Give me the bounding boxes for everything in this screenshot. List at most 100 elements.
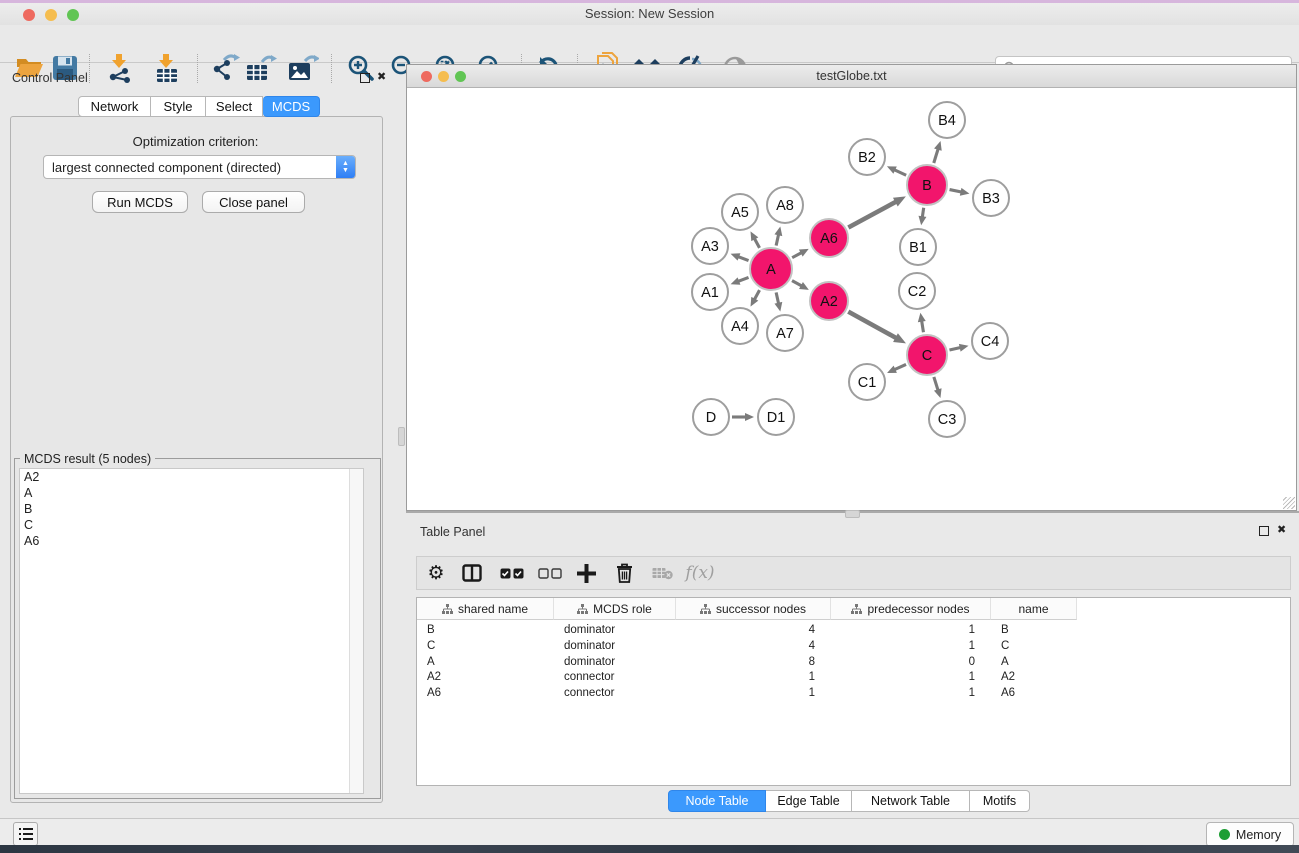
mcds-result-item[interactable]: C: [20, 517, 363, 533]
optimization-dropdown[interactable]: largest connected component (directed) ▲…: [43, 155, 356, 179]
close-panel-button[interactable]: Close panel: [202, 191, 305, 213]
float-icon: [1259, 526, 1269, 536]
edge-A-A6[interactable]: [792, 252, 802, 257]
edge-A2-C[interactable]: [848, 312, 897, 339]
export-table-button[interactable]: [244, 52, 278, 84]
network-graph-canvas[interactable]: B4B2BB3A5A8A6A3B1AA1C2A2A4A7C4CC1C3DD1: [407, 88, 1296, 509]
network-window-titlebar[interactable]: testGlobe.txt: [407, 65, 1296, 88]
memory-button[interactable]: Memory: [1206, 822, 1294, 847]
toolbar-separator: [89, 54, 90, 83]
table-cell[interactable]: 4: [676, 638, 831, 654]
trash-icon: [616, 563, 633, 583]
mcds-result-item[interactable]: A6: [20, 533, 363, 549]
table-cell[interactable]: connector: [554, 669, 676, 685]
table-cell[interactable]: connector: [554, 685, 676, 701]
table-cell[interactable]: dominator: [554, 622, 676, 638]
graph-node-label: A5: [731, 205, 749, 221]
column-header-shared-name[interactable]: shared name: [417, 598, 554, 620]
edge-C-C1[interactable]: [894, 364, 906, 369]
unselect-all-columns-button[interactable]: [537, 561, 563, 585]
tab-mcds[interactable]: MCDS: [263, 96, 320, 117]
import-network-button[interactable]: [103, 52, 137, 84]
table-cell[interactable]: 8: [676, 654, 831, 670]
column-header-successor-nodes[interactable]: successor nodes: [676, 598, 831, 620]
edge-B-B2[interactable]: [894, 169, 906, 175]
table-cell[interactable]: A2: [417, 669, 554, 685]
table-cell[interactable]: 1: [831, 622, 991, 638]
tab-network[interactable]: Network: [78, 96, 151, 117]
mcds-result-item[interactable]: A: [20, 485, 363, 501]
edge-A-A7[interactable]: [776, 292, 779, 304]
table-cell[interactable]: B: [417, 622, 554, 638]
network-close-traffic-light[interactable]: [421, 71, 432, 82]
mcds-result-list[interactable]: A2ABCA6: [19, 468, 364, 794]
table-cell[interactable]: A2: [991, 669, 1077, 685]
table-cell[interactable]: A: [991, 654, 1077, 670]
column-header-name[interactable]: name: [991, 598, 1077, 620]
tab-network-table[interactable]: Network Table: [852, 790, 970, 812]
export-network-icon: [210, 53, 240, 83]
table-cell[interactable]: A: [417, 654, 554, 670]
table-panel-float-button[interactable]: [1259, 526, 1269, 539]
table-cell[interactable]: B: [991, 622, 1077, 638]
table-panel-close-button[interactable]: ✖: [1277, 525, 1286, 536]
table-cell[interactable]: 1: [676, 669, 831, 685]
edge-B-B3[interactable]: [950, 190, 963, 193]
mcds-result-item[interactable]: B: [20, 501, 363, 517]
table-cell[interactable]: A6: [417, 685, 554, 701]
column-header-MCDS-role[interactable]: MCDS role: [554, 598, 676, 620]
control-panel-float-button[interactable]: [360, 73, 370, 86]
mcds-list-scrollbar[interactable]: [349, 469, 363, 793]
edge-B-B4[interactable]: [934, 148, 939, 163]
table-cell[interactable]: dominator: [554, 638, 676, 654]
arrowhead-icon: [959, 344, 969, 352]
edge-A-A1[interactable]: [738, 277, 749, 281]
tab-select[interactable]: Select: [206, 96, 263, 117]
graph-node-label: A1: [701, 285, 719, 301]
table-settings-button[interactable]: ⚙: [425, 561, 447, 585]
tab-style[interactable]: Style: [151, 96, 206, 117]
import-table-button[interactable]: [149, 52, 183, 84]
table-cell[interactable]: A6: [991, 685, 1077, 701]
vertical-splitter-grip[interactable]: [398, 427, 405, 446]
tab-motifs[interactable]: Motifs: [970, 790, 1030, 812]
edge-B-B1[interactable]: [922, 208, 923, 218]
edge-A-A8[interactable]: [776, 234, 779, 246]
edge-C-C3[interactable]: [934, 377, 938, 391]
delete-column-button[interactable]: [613, 561, 635, 585]
table-cell[interactable]: dominator: [554, 654, 676, 670]
table-cell[interactable]: 1: [831, 685, 991, 701]
table-cell[interactable]: 1: [831, 638, 991, 654]
table-cell[interactable]: C: [417, 638, 554, 654]
edge-A6-B[interactable]: [848, 201, 896, 227]
tab-node-table[interactable]: Node Table: [668, 790, 766, 812]
table-cell[interactable]: 0: [831, 654, 991, 670]
mcds-result-item[interactable]: A2: [20, 469, 363, 485]
split-column-button[interactable]: [460, 561, 484, 585]
edge-A-A4[interactable]: [754, 290, 759, 300]
task-history-button[interactable]: [13, 822, 38, 846]
table-cell[interactable]: C: [991, 638, 1077, 654]
node-table[interactable]: shared nameMCDS rolesuccessor nodesprede…: [416, 597, 1291, 786]
graph-node-label: A4: [731, 319, 749, 335]
table-cell[interactable]: 4: [676, 622, 831, 638]
horizontal-splitter-grip[interactable]: [845, 510, 860, 518]
table-cell[interactable]: 1: [676, 685, 831, 701]
network-minimize-traffic-light[interactable]: [438, 71, 449, 82]
arrowhead-icon: [731, 253, 741, 260]
edge-A-A3[interactable]: [738, 256, 749, 260]
tab-edge-table[interactable]: Edge Table: [766, 790, 852, 812]
export-network-button[interactable]: [208, 52, 242, 84]
network-zoom-traffic-light[interactable]: [455, 71, 466, 82]
run-mcds-button[interactable]: Run MCDS: [92, 191, 188, 213]
edge-C-C2[interactable]: [922, 320, 924, 332]
edge-A-A5[interactable]: [754, 238, 759, 248]
edge-A-A2[interactable]: [792, 281, 802, 287]
export-image-button[interactable]: [286, 52, 320, 84]
select-all-columns-button[interactable]: [499, 561, 525, 585]
control-panel-close-button[interactable]: ✖: [377, 72, 386, 83]
table-cell[interactable]: 1: [831, 669, 991, 685]
edge-C-C4[interactable]: [949, 347, 961, 350]
column-header-predecessor-nodes[interactable]: predecessor nodes: [831, 598, 991, 620]
create-column-button[interactable]: [574, 561, 598, 585]
